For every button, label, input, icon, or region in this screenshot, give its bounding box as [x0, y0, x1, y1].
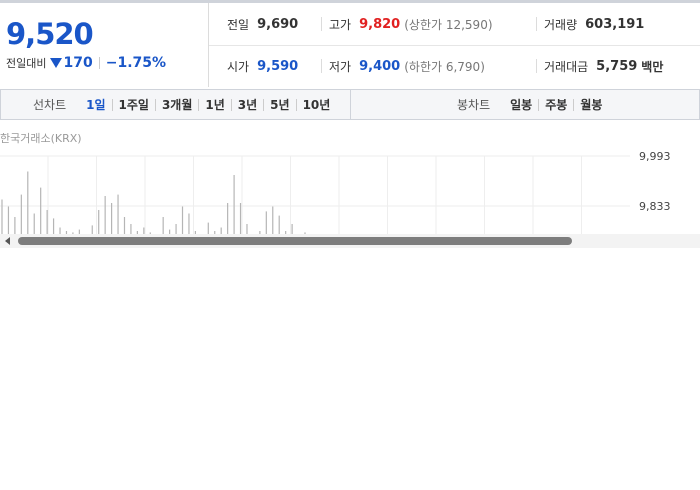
scroll-left-icon[interactable] — [5, 237, 10, 245]
stat-open: 시가 9,590 — [227, 45, 298, 87]
stats-row-1: 전일 9,690 고가 9,820 (상한가 12,590) 거래량 603,1… — [209, 3, 700, 46]
period-3y[interactable]: 3년 — [230, 98, 263, 111]
price-change-row: 전일대비 170 −1.75% — [6, 55, 166, 71]
period-1y[interactable]: 1년 — [198, 98, 230, 111]
period-10y[interactable]: 10년 — [295, 98, 337, 111]
stats-table: 전일 9,690 고가 9,820 (상한가 12,590) 거래량 603,1… — [209, 3, 700, 87]
current-price: 9,520 — [6, 17, 94, 51]
period-1d[interactable]: 1일 — [80, 99, 111, 111]
stat-label: 고가 — [329, 17, 352, 32]
stat-label: 저가 — [329, 59, 352, 74]
chart-grid — [0, 155, 630, 238]
chart-scrollbar[interactable] — [0, 234, 700, 248]
data-source-label: 한국거래소(KRX) — [0, 132, 82, 145]
stat-label: 거래량 — [544, 17, 578, 32]
scroll-thumb[interactable] — [18, 237, 572, 245]
stat-label: 시가 — [227, 59, 250, 74]
stat-amount: 거래대금 5,759 백만 — [535, 45, 664, 87]
stat-high: 고가 9,820 (상한가 12,590) — [321, 3, 493, 45]
candle-chart-title: 봉차트 — [457, 98, 491, 112]
stat-value: 9,400 — [359, 58, 401, 74]
diff-value: 170 — [63, 55, 93, 71]
line-chart-periods: 선차트 1일 1주일 3개월 1년 3년 5년 10년 — [1, 90, 351, 119]
stat-value: 9,690 — [257, 16, 299, 32]
stat-prev-close: 전일 9,690 — [227, 3, 298, 45]
diff-label: 전일대비 — [6, 57, 47, 70]
stat-value: 603,191 — [585, 16, 645, 32]
period-5y[interactable]: 5년 — [263, 98, 295, 111]
stat-value: 9,590 — [257, 58, 299, 74]
y-tick-label: 9,833 — [639, 200, 671, 213]
intraday-chart: 9,993 9,833 한국거래소(KRX) — [0, 120, 700, 238]
chart-series — [1, 171, 306, 238]
stat-label: 거래대금 — [544, 59, 589, 74]
divider — [98, 57, 100, 69]
y-tick-label: 9,993 — [639, 150, 671, 163]
stats-row-2: 시가 9,590 저가 9,400 (하한가 6,790) 거래대금 5,759… — [209, 45, 700, 87]
stat-value: 5,759 — [596, 58, 638, 74]
stat-value: 9,820 — [359, 16, 401, 32]
candle-daily[interactable]: 일봉 — [504, 99, 538, 111]
stat-volume: 거래량 603,191 — [535, 3, 645, 45]
chart-period-toolbar: 선차트 1일 1주일 3개월 1년 3년 5년 10년 봉차트 일봉 주봉 월봉 — [0, 89, 700, 120]
stat-unit: 백만 — [641, 59, 664, 74]
stat-label: 전일 — [227, 17, 250, 32]
candle-chart-periods: 봉차트 일봉 주봉 월봉 — [351, 90, 699, 119]
lower-limit: (하한가 6,790) — [404, 59, 485, 74]
stat-low: 저가 9,400 (하한가 6,790) — [321, 45, 485, 87]
candle-monthly[interactable]: 월봉 — [573, 98, 608, 111]
line-chart-title: 선차트 — [33, 98, 67, 112]
price-summary: 9,520 전일대비 170 −1.75% — [0, 3, 209, 87]
chart-canvas: 9,993 9,833 — [0, 150, 671, 238]
candle-weekly[interactable]: 주봉 — [538, 98, 573, 111]
upper-limit: (상한가 12,590) — [404, 17, 493, 32]
period-1w[interactable]: 1주일 — [111, 98, 155, 111]
period-3m[interactable]: 3개월 — [154, 98, 198, 111]
diff-rate: −1.75% — [105, 55, 167, 71]
down-arrow-icon — [50, 58, 63, 68]
